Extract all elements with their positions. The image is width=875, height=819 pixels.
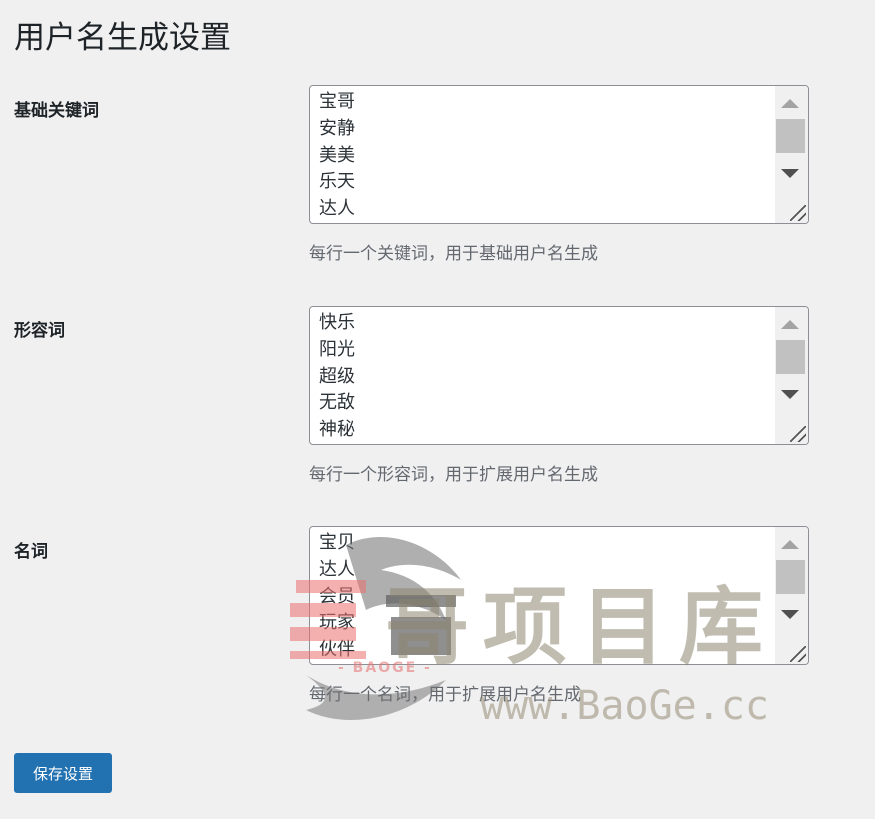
adjectives-textarea[interactable]: 快乐 阳光 超级 无敌 神秘 <box>309 306 809 445</box>
textarea-line: 无敌 <box>319 392 355 414</box>
textarea-line: 阳光 <box>319 338 355 360</box>
scroll-down-arrow-icon[interactable] <box>781 390 799 399</box>
resize-grip-icon[interactable] <box>790 426 806 442</box>
scrollbar-thumb[interactable] <box>776 560 805 594</box>
watermark-sub-text: - BAOGE - <box>338 660 432 676</box>
textarea-scrollbar[interactable] <box>775 307 808 444</box>
textarea-line: 乐天 <box>319 171 355 193</box>
field-label-keywords: 基础关键词 <box>14 101 99 121</box>
textarea-line: 超级 <box>319 365 355 387</box>
watermark-logo-text: 哥项目库 <box>385 577 778 676</box>
scroll-down-arrow-icon[interactable] <box>781 169 799 178</box>
field-label-nouns: 名词 <box>14 542 48 562</box>
textarea-scrollbar[interactable] <box>775 86 808 223</box>
textarea-line: 美美 <box>319 144 355 166</box>
textarea-line: 宝哥 <box>319 91 355 112</box>
textarea-line: 安静 <box>319 117 355 139</box>
textarea-line: 达人 <box>319 198 355 220</box>
scroll-up-arrow-icon[interactable] <box>781 99 799 108</box>
scrollbar-thumb[interactable] <box>776 119 805 153</box>
scroll-down-arrow-icon[interactable] <box>781 610 799 619</box>
adjectives-lines: 快乐 阳光 超级 无敌 神秘 <box>319 310 355 444</box>
resize-grip-icon[interactable] <box>790 646 806 662</box>
keywords-lines: 宝哥 安静 美美 乐天 达人 <box>319 89 355 223</box>
scrollbar-thumb[interactable] <box>776 340 805 374</box>
field-description-keywords: 每行一个关键词，用于基础用户名生成 <box>309 244 598 264</box>
field-description-adjectives: 每行一个形容词，用于扩展用户名生成 <box>309 465 598 485</box>
scroll-up-arrow-icon[interactable] <box>781 320 799 329</box>
watermark-url: www.BaoGe.cc <box>480 683 769 729</box>
settings-page: 用户名生成设置 基础关键词 宝哥 安静 美美 乐天 达人 每行一个关键词，用于基… <box>0 0 875 819</box>
resize-grip-icon[interactable] <box>790 205 806 221</box>
textarea-line: 快乐 <box>319 312 355 333</box>
save-settings-button[interactable]: 保存设置 <box>14 753 112 793</box>
textarea-line: 神秘 <box>319 419 355 441</box>
keywords-textarea[interactable]: 宝哥 安静 美美 乐天 达人 <box>309 85 809 224</box>
field-label-adjectives: 形容词 <box>14 321 65 341</box>
textarea-scrollbar[interactable] <box>775 527 808 664</box>
scroll-up-arrow-icon[interactable] <box>781 540 799 549</box>
page-title: 用户名生成设置 <box>14 20 231 56</box>
